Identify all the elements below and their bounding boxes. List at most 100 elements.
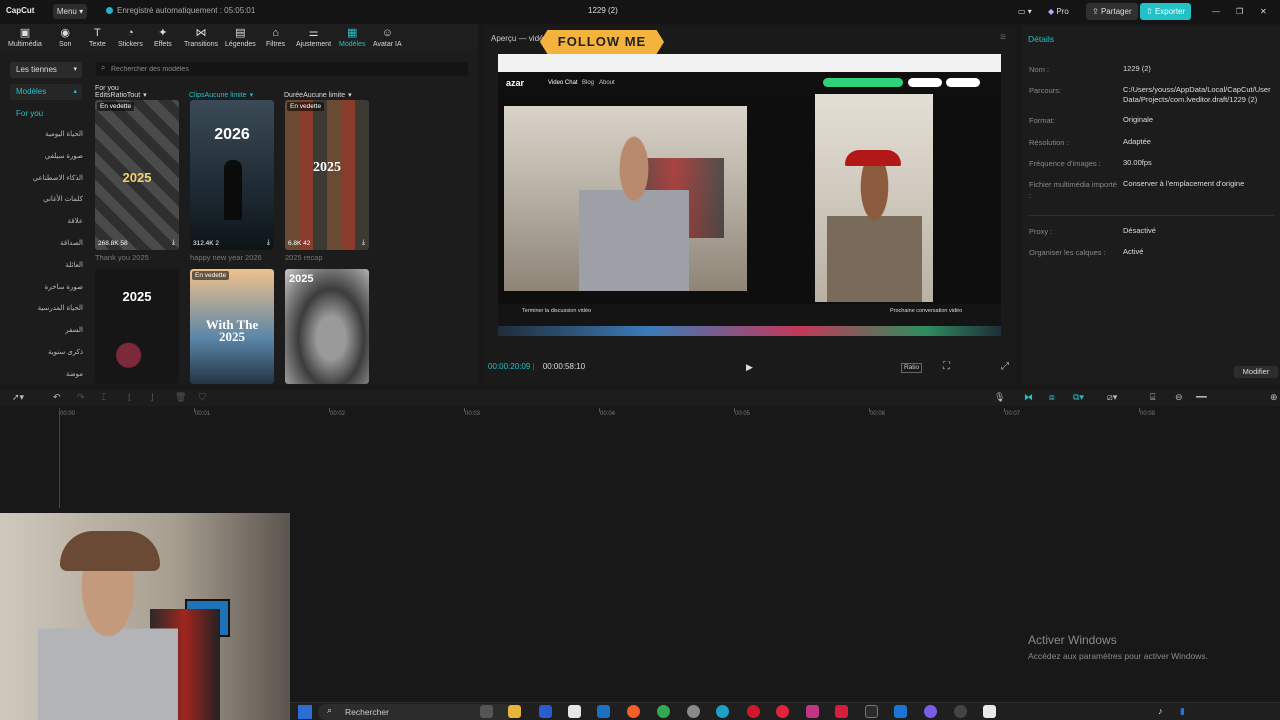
category-item[interactable]: الصداقة — [0, 238, 83, 260]
tool-templates[interactable]: ▦ Modèles — [339, 27, 365, 48]
menu-button[interactable]: Menu ▾ — [53, 4, 87, 19]
category-item[interactable]: صورة سيلفي — [0, 151, 83, 173]
download-icon[interactable]: ⤓ — [172, 239, 175, 247]
maximize-icon[interactable]: ❐ — [1236, 3, 1243, 20]
caption-icon[interactable]: ⌸ — [1150, 392, 1155, 403]
template-title: 2025 recap — [285, 253, 323, 262]
timeline-ruler[interactable]: 00:00 00:01 00:02 00:03 00:04 00:05 00:0… — [0, 406, 1280, 420]
minimize-icon[interactable]: — — [1212, 3, 1220, 20]
tool-captions[interactable]: ▤ Légendes — [225, 27, 256, 48]
category-item[interactable]: موضة — [0, 369, 83, 391]
opera-gx-icon[interactable] — [776, 705, 789, 718]
category-item[interactable]: علاقة — [0, 216, 83, 238]
zoom-slider[interactable]: ━━ — [1196, 392, 1207, 403]
shield-icon[interactable] — [894, 705, 907, 718]
split-icon[interactable]: ⌶ — [101, 392, 106, 403]
playhead[interactable] — [59, 408, 60, 508]
edge-icon[interactable] — [716, 705, 729, 718]
mic-tray-icon[interactable]: ▮ — [1180, 706, 1185, 717]
tool-effects[interactable]: ✦ Effets — [154, 27, 172, 48]
close-icon[interactable]: ✕ — [1260, 3, 1267, 20]
file-explorer-icon[interactable] — [508, 705, 521, 718]
activate-windows-subtitle: Accédez aux paramètres pour activer Wind… — [1028, 651, 1208, 661]
zoom-in-icon[interactable]: ⊕ — [1270, 392, 1278, 403]
trends-dropdown[interactable]: Les tiennes ▾ — [10, 62, 82, 78]
brave-icon[interactable] — [627, 705, 640, 718]
preview-axis-icon[interactable]: ⧄▾ — [1107, 392, 1117, 403]
download-icon[interactable]: ⤓ — [362, 239, 365, 247]
tool-text[interactable]: T Texte — [89, 27, 106, 48]
filters-icon: ⌂ — [272, 27, 279, 39]
ruler-tick: 00:04 — [598, 408, 616, 417]
opera-icon[interactable] — [747, 705, 760, 718]
redo-icon[interactable]: ↷ — [77, 392, 85, 403]
select-tool-icon[interactable]: ➚▾ — [12, 392, 24, 403]
share-button[interactable]: ⇪ Partager — [1086, 3, 1138, 20]
template-card[interactable]: 2026 312.4K 2 ⤓ happy new year 2026 — [190, 100, 274, 262]
fullscreen-icon[interactable]: ⤢ — [1001, 361, 1009, 372]
detail-value[interactable]: Activé — [1123, 247, 1280, 257]
microphone-icon[interactable]: 🎙 — [994, 392, 1005, 403]
detail-key: Nom : — [1029, 65, 1050, 74]
models-dropdown[interactable]: Modèles ▴ — [10, 84, 82, 100]
tool-filters[interactable]: ⌂ Filtres — [266, 27, 285, 48]
chrome-icon[interactable] — [657, 705, 670, 718]
download-icon[interactable]: ⤓ — [267, 239, 270, 247]
search-input[interactable] — [111, 62, 461, 76]
tool-avatar-ai[interactable]: ☺ Avatar IA — [373, 27, 402, 48]
template-card[interactable]: En vedette 2025 6.8K 42 ⤓ 2025 recap — [285, 100, 369, 262]
media-player-icon[interactable] — [954, 705, 967, 718]
instagram-icon[interactable] — [806, 705, 819, 718]
modify-button[interactable]: Modifier — [1234, 366, 1278, 378]
zoom-out-icon[interactable]: ⊖ — [1175, 392, 1183, 403]
category-for-you[interactable]: For you — [16, 109, 43, 118]
tool-stickers[interactable]: ◔ Stickers — [118, 27, 143, 48]
category-item[interactable]: صورة ساخرة — [0, 282, 83, 304]
detail-value[interactable]: Désactivé — [1123, 226, 1280, 236]
play-icon[interactable]: ▶ — [746, 362, 753, 373]
category-item[interactable]: الذكاء الاصطناعي — [0, 173, 83, 195]
template-card[interactable]: 2025 — [285, 269, 369, 384]
template-card[interactable]: En vedette 2025 268.8K 58 ⤓ Thank you 20… — [95, 100, 179, 262]
marker-icon[interactable]: ⛉ — [199, 392, 206, 403]
epic-games-icon[interactable] — [865, 705, 878, 718]
app-red-icon[interactable] — [835, 705, 848, 718]
tool-multimedia[interactable]: ▣ Multimédia — [8, 27, 42, 48]
undo-icon[interactable]: ↶ — [53, 392, 61, 403]
category-item[interactable]: ذكرى سنوية — [0, 347, 83, 369]
category-item[interactable]: الحياة المدرسية — [0, 303, 83, 325]
template-card[interactable]: 2025 — [95, 269, 179, 384]
discord-icon[interactable] — [924, 705, 937, 718]
trim-right-icon[interactable]: ⌋ — [150, 392, 154, 403]
trim-left-icon[interactable]: ⌊ — [128, 392, 132, 403]
tool-transitions[interactable]: ⋈ Transitions — [184, 27, 218, 48]
task-view-icon[interactable] — [480, 705, 493, 718]
layout-icon[interactable]: ▭ ▾ — [1018, 3, 1032, 20]
magnet-icon[interactable]: ⧈ — [1049, 392, 1055, 403]
category-item[interactable]: الحياة اليومية — [0, 129, 83, 151]
category-item[interactable]: كلمات الأغاني — [0, 194, 83, 216]
snap-icon[interactable]: ⧉▾ — [1073, 392, 1084, 403]
pro-badge[interactable]: ◆ Pro — [1048, 3, 1069, 20]
mail-icon[interactable] — [539, 705, 552, 718]
tool-adjust[interactable]: ⚌ Ajustement — [296, 27, 331, 48]
snapshot-icon[interactable]: ⛶ — [943, 361, 950, 372]
tray-icon[interactable]: ♪ — [1158, 706, 1163, 716]
delete-icon[interactable]: 🗑 — [175, 392, 186, 403]
document-icon[interactable] — [568, 705, 581, 718]
template-search[interactable]: ⌕ — [96, 62, 468, 76]
export-button[interactable]: ⇧ Exporter — [1140, 3, 1192, 20]
windows-start-icon[interactable] — [298, 705, 312, 719]
link-clips-icon[interactable]: ⧓ — [1024, 392, 1033, 403]
follow-me-banner: FOLLOW ME — [540, 30, 664, 54]
app-icon[interactable] — [687, 705, 700, 718]
category-item[interactable]: السفر — [0, 325, 83, 347]
store-icon[interactable] — [597, 705, 610, 718]
preview-canvas[interactable]: azar Video Chat Blog About Terminer la d… — [498, 54, 1001, 336]
template-card[interactable]: En vedette With The 2025 — [190, 269, 274, 384]
capcut-taskbar-icon[interactable] — [983, 705, 996, 718]
category-item[interactable]: العائلة — [0, 260, 83, 282]
ratio-button[interactable]: Ratio — [901, 363, 923, 373]
preview-menu-icon[interactable]: ≡ — [1000, 32, 1006, 43]
tool-audio[interactable]: ◉ Son — [59, 27, 71, 48]
